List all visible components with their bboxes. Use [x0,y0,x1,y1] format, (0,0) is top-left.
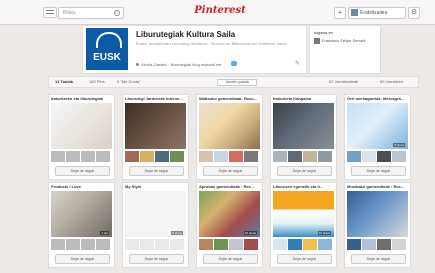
tab-boards[interactable]: 12 Taulak [55,77,73,87]
edit-icon[interactable]: ✎ [295,60,300,67]
board-title[interactable]: Irakurketa Kanpaina [273,96,334,101]
twitter-icon[interactable] [231,61,237,66]
unfollow-button[interactable]: Dejar de seguir [277,254,332,264]
side-row-label: Francisco Felipe Serrabl [322,38,366,44]
pin-count: 20 pines [243,231,257,235]
board-cover[interactable] [125,103,186,149]
pin-count: 1 pin [100,231,109,235]
board-title[interactable]: Orri merkagarriak: Mercagrá... [347,96,408,101]
user-menu-button[interactable]: Erabiltzailea [348,7,406,19]
tab-pins[interactable]: 183 Pins [89,77,105,87]
search-placeholder: Bilatu [63,10,76,16]
profile-title: Liburutegiak Kultura Saila [136,30,236,39]
board-cover[interactable] [347,191,408,237]
unfollow-button[interactable]: Dejar de seguir [55,254,110,264]
avatar-text: EUSK [93,52,121,63]
unfollow-button[interactable]: Dejar de seguir [55,166,110,176]
board-thumbs [51,239,112,250]
tab-following[interactable]: 89 Jarraitzen [380,77,403,87]
board-cover[interactable]: 5 pines [347,103,408,149]
location-text[interactable]: Vitoria-Gasteiz · liburutegiak.blog.eusk… [141,62,221,67]
board-cover[interactable]: 1 pin [51,191,112,237]
board-thumbs [347,151,408,162]
board-cover[interactable]: 0 pines [125,191,186,237]
unfollow-button[interactable]: Dejar de seguir [351,254,406,264]
board-card[interactable]: Aprobas gomendioak : Rec... 20 pines Dej… [196,182,263,268]
side-panel: Ingresa en Francisco Felipe Serrabl [309,25,381,74]
board-cover[interactable] [273,103,334,149]
board-thumbs [199,151,260,162]
top-bar: Bilatu Pinterest + Erabiltzailea ⚙ [0,0,435,25]
search-icon[interactable] [114,10,120,16]
board-cover[interactable]: 20 pines [199,191,260,237]
location-icon [136,63,139,66]
board-title[interactable]: Musikako gomendioak : Rec... [347,184,408,189]
side-title: Ingresa en [314,30,333,35]
board-card[interactable]: Irakurketa Kanpaina Dejar de seguir [270,94,337,180]
board-cover[interactable] [199,103,260,149]
gear-icon[interactable]: ⚙ [408,7,420,19]
unfollow-button[interactable]: Dejar de seguir [351,166,406,176]
board-card[interactable]: Musikako gomendioak : Rec... Dejar de se… [344,182,411,268]
board-card[interactable]: Liburuzen egunelik eta li... 16 pines De… [270,182,337,268]
board-cover[interactable]: 16 pines [273,191,334,237]
board-thumbs [273,151,334,162]
board-thumbs [273,239,334,250]
unfollow-button[interactable]: Dejar de seguir [203,166,258,176]
profile-location[interactable]: Vitoria-Gasteiz · liburutegiak.blog.eusk… [136,62,221,67]
board-card[interactable]: Wattsoko gomendioak: Recu... Dejar de se… [196,94,263,180]
tab-likes[interactable]: 9 "Me Gusta" [117,77,141,87]
board-title[interactable]: Liburutegi Jarduerak Interne... [125,96,186,101]
profile-avatar: EUSK [86,28,128,70]
tab-followers[interactable]: 67 Jarraitzaileak [329,77,358,87]
menu-icon[interactable] [43,7,57,18]
board-title[interactable]: Aprobas gomendioak : Rec... [199,184,260,189]
logo-arc-icon [96,32,122,48]
board-thumbs [51,151,112,162]
add-button[interactable]: + [334,7,346,19]
profile-description: Eusko Jaurlaritzako Liburutegi Zerbitzua… [136,41,287,46]
username: Erabiltzailea [360,10,388,16]
board-card[interactable]: Irakurtzeko eta liburutegiak Dejar de se… [48,94,115,180]
board-title[interactable]: Irakurtzeko eta liburutegiak [51,96,112,101]
pinterest-logo[interactable]: Pinterest [190,5,250,16]
board-thumbs [125,151,186,162]
board-title[interactable]: My Style [125,184,186,189]
board-title[interactable]: Liburuzen egunelik eta li... [273,184,334,189]
unfollow-button[interactable]: Dejar de seguir [129,254,184,264]
pin-count: 0 pines [171,231,183,235]
board-thumbs [347,239,408,250]
stats-bar: 12 Taulak 183 Pins 9 "Me Gusta" Jarraitu… [48,76,419,88]
board-cover[interactable] [51,103,112,149]
unfollow-button[interactable]: Dejar de seguir [129,166,184,176]
unfollow-button[interactable]: Dejar de seguir [277,166,332,176]
unfollow-button[interactable]: Dejar de seguir [203,254,258,264]
board-thumbs [125,239,186,250]
pin-count: 16 pines [317,231,331,235]
follow-all-button[interactable]: Jarraitu guztiak [217,79,257,86]
small-avatar [314,38,320,44]
board-title[interactable]: Products I Love [51,184,112,189]
side-row[interactable]: Francisco Felipe Serrabl [314,38,365,44]
board-thumbs [199,239,260,250]
search-input[interactable]: Bilatu [58,7,124,19]
board-card[interactable]: Liburutegi Jarduerak Interne... Dejar de… [122,94,189,180]
board-title[interactable]: Wattsoko gomendioak: Recu... [199,96,260,101]
avatar [351,9,358,17]
board-card[interactable]: My Style 0 pines Dejar de seguir [122,182,189,268]
pin-count: 5 pines [393,143,405,147]
board-card[interactable]: Orri merkagarriak: Mercagrá... 5 pines D… [344,94,411,180]
profile-card: EUSK Liburutegiak Kultura Saila Eusko Ja… [82,25,307,74]
board-card[interactable]: Products I Love 1 pin Dejar de seguir [48,182,115,268]
